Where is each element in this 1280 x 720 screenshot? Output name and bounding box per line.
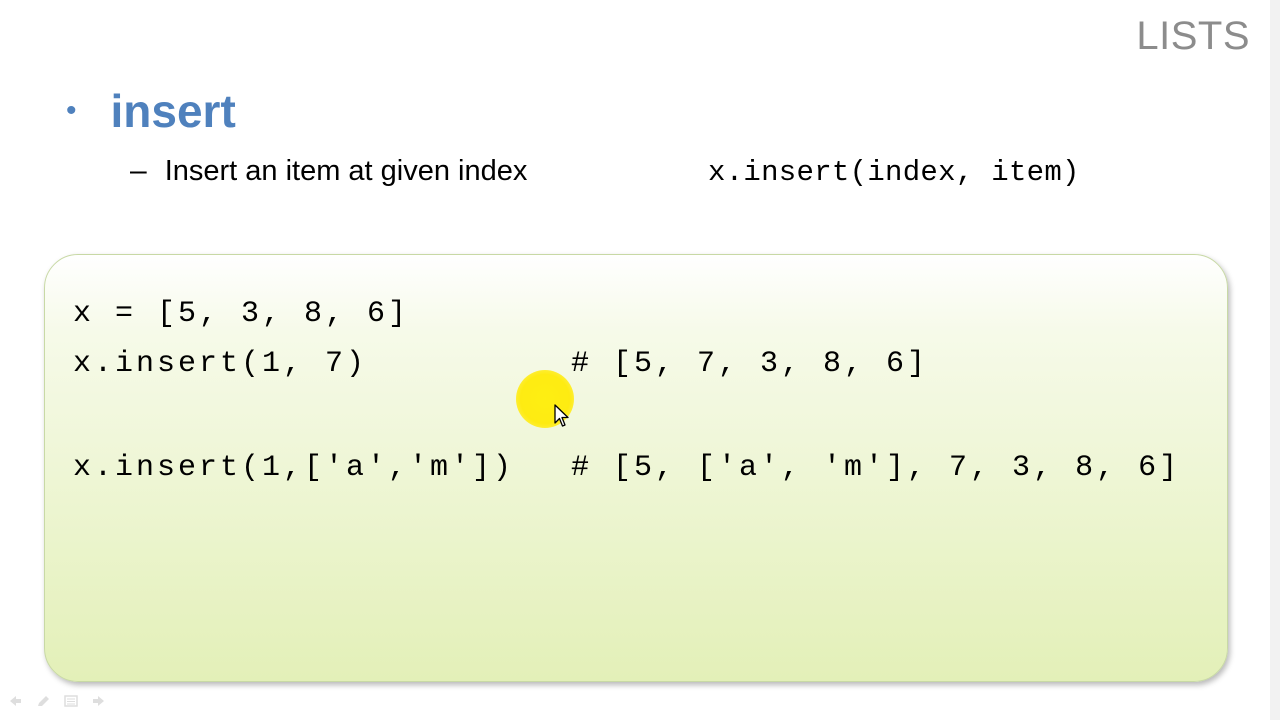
slideshow-controls[interactable] (8, 694, 106, 707)
code-example-box: x = [5, 3, 8, 6] x.insert(1, 7) # [5, 7,… (44, 254, 1228, 682)
scrollbar[interactable] (1270, 0, 1280, 720)
code-line-3: x.insert(1,['a','m']) (73, 451, 515, 485)
sub-bullet-text: Insert an item at given index (164, 154, 528, 187)
bullet-item: • insert (66, 84, 236, 138)
code-line-1: x = [5, 3, 8, 6] (73, 297, 410, 331)
sub-bullet: – Insert an item at given index (130, 154, 527, 188)
bullet-dot-icon: • (66, 94, 77, 127)
pen-tool-icon[interactable] (36, 694, 50, 706)
section-title: LISTS (1136, 14, 1250, 58)
slide-menu-icon[interactable] (64, 694, 78, 707)
code-comment-2: # [5, 7, 3, 8, 6] (571, 347, 929, 381)
slide-heading: insert (110, 85, 236, 137)
method-syntax: x.insert(index, item) (708, 156, 1080, 189)
previous-slide-icon[interactable] (8, 694, 22, 706)
dash-icon: – (130, 154, 147, 187)
code-line-2: x.insert(1, 7) (73, 347, 368, 381)
arrow-cursor-icon (554, 404, 569, 427)
next-slide-icon[interactable] (92, 694, 106, 706)
code-comment-3: # [5, ['a', 'm'], 7, 3, 8, 6] (571, 451, 1181, 485)
slide: LISTS • insert – Insert an item at given… (0, 0, 1280, 720)
